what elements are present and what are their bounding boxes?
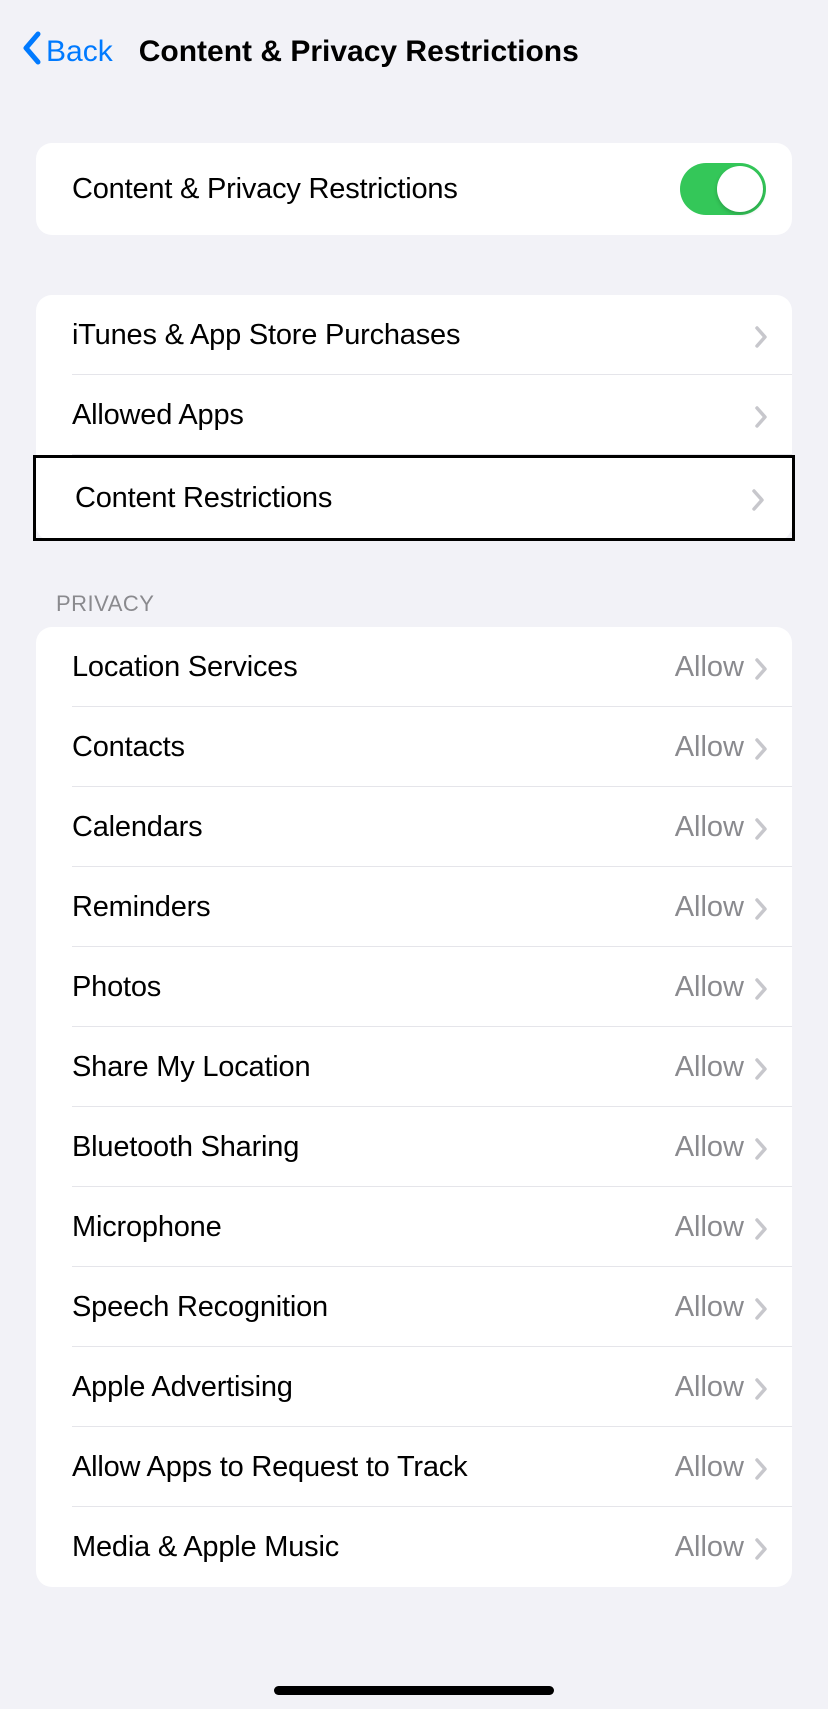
- privacy-item-apple-advertising[interactable]: Apple Advertising Allow: [36, 1347, 792, 1427]
- privacy-item-value: Allow: [675, 1371, 744, 1404]
- nav-item-label: iTunes & App Store Purchases: [72, 319, 460, 352]
- privacy-item-value: Allow: [675, 651, 744, 684]
- privacy-item-value: Allow: [675, 891, 744, 924]
- chevron-right-icon: [754, 1137, 766, 1157]
- privacy-item-value: Allow: [675, 1051, 744, 1084]
- chevron-right-icon: [754, 1297, 766, 1317]
- privacy-section-header: Privacy: [0, 591, 828, 627]
- chevron-right-icon: [754, 325, 766, 345]
- privacy-item-label: Microphone: [72, 1211, 222, 1244]
- page-title: Content & Privacy Restrictions: [139, 35, 579, 69]
- content-privacy-toggle[interactable]: [680, 163, 766, 215]
- privacy-item-label: Bluetooth Sharing: [72, 1131, 299, 1164]
- privacy-item-reminders[interactable]: Reminders Allow: [36, 867, 792, 947]
- nav-item-label: Content Restrictions: [75, 482, 332, 515]
- chevron-right-icon: [754, 1377, 766, 1397]
- privacy-item-bluetooth-sharing[interactable]: Bluetooth Sharing Allow: [36, 1107, 792, 1187]
- chevron-right-icon: [754, 737, 766, 757]
- privacy-item-value: Allow: [675, 1211, 744, 1244]
- privacy-item-label: Photos: [72, 971, 161, 1004]
- chevron-right-icon: [754, 897, 766, 917]
- privacy-item-allow-apps-track[interactable]: Allow Apps to Request to Track Allow: [36, 1427, 792, 1507]
- chevron-right-icon: [754, 977, 766, 997]
- back-button[interactable]: Back: [20, 30, 113, 73]
- nav-item-label: Allowed Apps: [72, 399, 244, 432]
- nav-item-allowed-apps[interactable]: Allowed Apps: [36, 375, 792, 455]
- privacy-item-value: Allow: [675, 731, 744, 764]
- nav-item-content-restrictions-highlight: Content Restrictions: [33, 455, 795, 541]
- privacy-item-label: Apple Advertising: [72, 1371, 293, 1404]
- chevron-right-icon: [754, 657, 766, 677]
- toggle-section: Content & Privacy Restrictions: [36, 143, 792, 235]
- chevron-right-icon: [754, 1457, 766, 1477]
- chevron-right-icon: [754, 817, 766, 837]
- privacy-item-label: Contacts: [72, 731, 185, 764]
- privacy-section: Location Services Allow Contacts Allow C…: [36, 627, 792, 1587]
- chevron-right-icon: [754, 1217, 766, 1237]
- chevron-right-icon: [754, 405, 766, 425]
- privacy-item-label: Allow Apps to Request to Track: [72, 1451, 467, 1484]
- privacy-item-microphone[interactable]: Microphone Allow: [36, 1187, 792, 1267]
- back-label: Back: [46, 35, 113, 69]
- nav-header: Back Content & Privacy Restrictions: [0, 0, 828, 93]
- privacy-item-calendars[interactable]: Calendars Allow: [36, 787, 792, 867]
- nav-item-itunes-appstore[interactable]: iTunes & App Store Purchases: [36, 295, 792, 375]
- privacy-item-value: Allow: [675, 811, 744, 844]
- nav-section: iTunes & App Store Purchases Allowed App…: [36, 295, 792, 541]
- nav-item-content-restrictions[interactable]: Content Restrictions: [36, 458, 792, 538]
- privacy-item-location-services[interactable]: Location Services Allow: [36, 627, 792, 707]
- privacy-item-label: Reminders: [72, 891, 210, 924]
- chevron-right-icon: [751, 488, 763, 508]
- privacy-item-label: Speech Recognition: [72, 1291, 328, 1324]
- chevron-right-icon: [754, 1057, 766, 1077]
- privacy-item-label: Calendars: [72, 811, 202, 844]
- toggle-knob: [717, 166, 763, 212]
- privacy-item-label: Share My Location: [72, 1051, 310, 1084]
- privacy-item-value: Allow: [675, 1451, 744, 1484]
- privacy-item-label: Media & Apple Music: [72, 1531, 339, 1564]
- privacy-item-speech-recognition[interactable]: Speech Recognition Allow: [36, 1267, 792, 1347]
- privacy-item-value: Allow: [675, 1131, 744, 1164]
- toggle-label: Content & Privacy Restrictions: [72, 173, 458, 206]
- content-privacy-toggle-row[interactable]: Content & Privacy Restrictions: [36, 143, 792, 235]
- privacy-item-contacts[interactable]: Contacts Allow: [36, 707, 792, 787]
- privacy-item-value: Allow: [675, 1291, 744, 1324]
- chevron-right-icon: [754, 1537, 766, 1557]
- privacy-item-label: Location Services: [72, 651, 298, 684]
- privacy-item-media-apple-music[interactable]: Media & Apple Music Allow: [36, 1507, 792, 1587]
- privacy-item-value: Allow: [675, 971, 744, 1004]
- chevron-left-icon: [20, 30, 42, 73]
- privacy-item-share-my-location[interactable]: Share My Location Allow: [36, 1027, 792, 1107]
- privacy-item-value: Allow: [675, 1531, 744, 1564]
- privacy-item-photos[interactable]: Photos Allow: [36, 947, 792, 1027]
- home-indicator[interactable]: [274, 1686, 554, 1695]
